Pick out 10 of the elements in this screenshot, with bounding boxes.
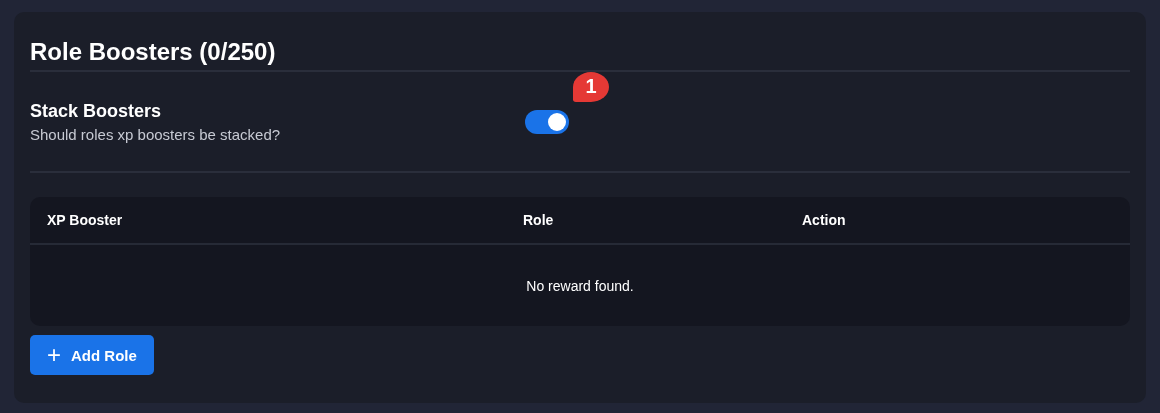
panel-title: Role Boosters (0/250) xyxy=(30,37,277,67)
setting-description: Should roles xp boosters be stacked? xyxy=(30,125,282,143)
empty-message: No reward found. xyxy=(526,277,634,294)
toggle-switch[interactable] xyxy=(525,109,569,134)
column-header: Role xyxy=(523,212,555,228)
column-header: Action xyxy=(802,212,847,228)
setting-label: Stack Boosters xyxy=(30,100,163,122)
add-role-button[interactable]: + Add Role xyxy=(30,335,154,375)
badge: 1 xyxy=(573,71,609,102)
column-header: XP Booster xyxy=(47,212,124,228)
